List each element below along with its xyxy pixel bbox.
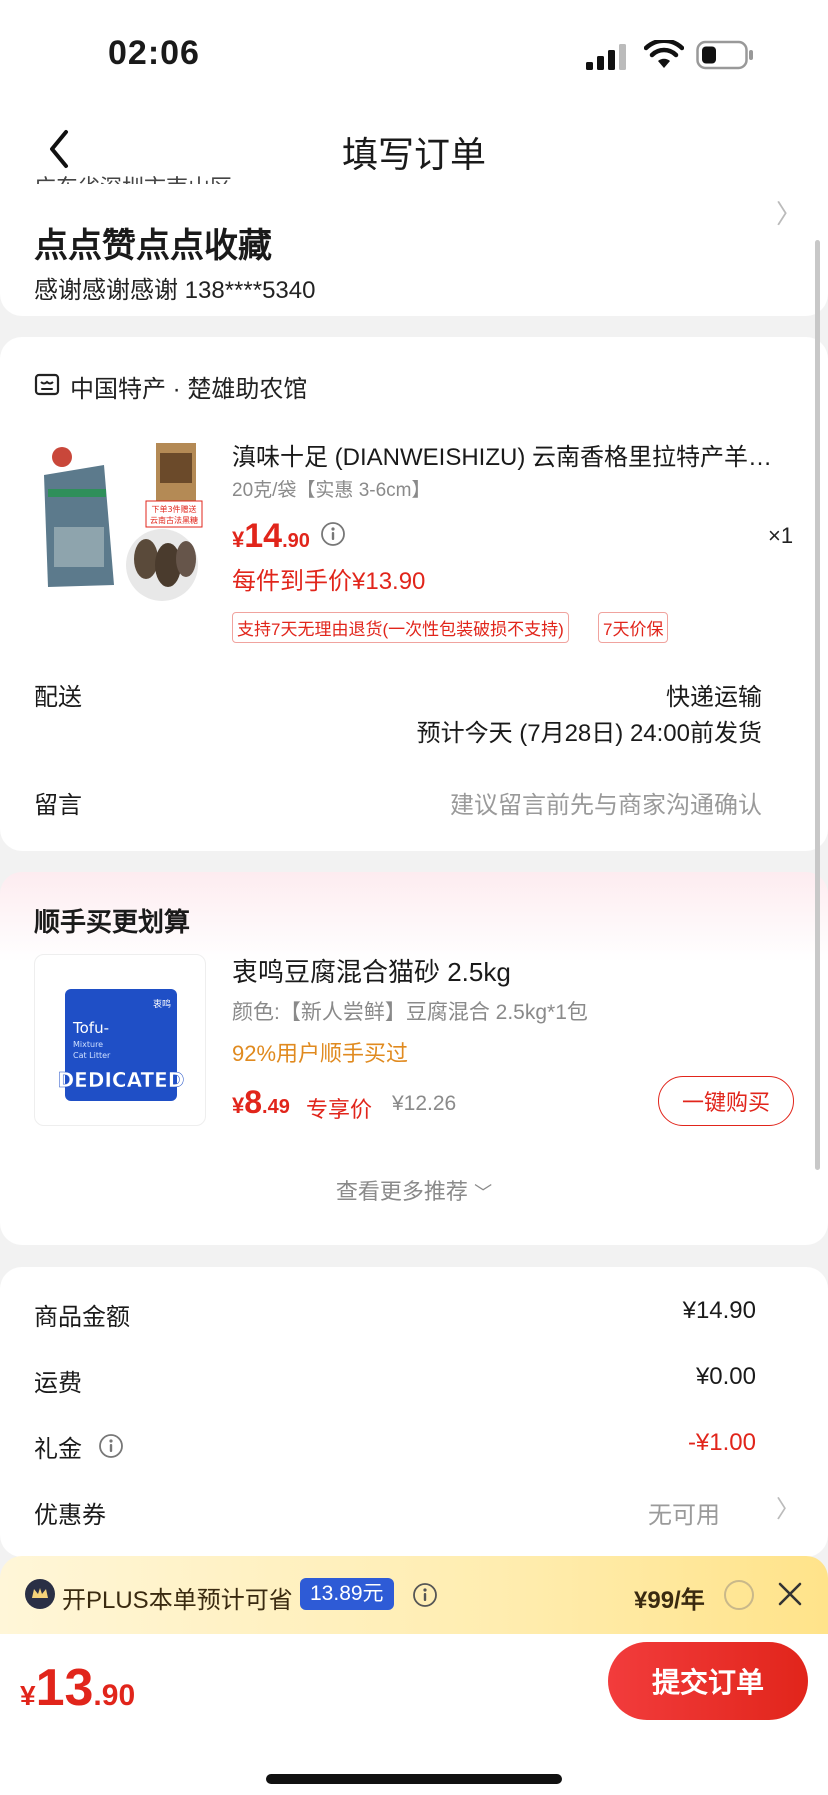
recipient-name: 点点赞点点收藏 [34,227,272,265]
shipping-eta: 预计今天 (7月28日) 24:00前发货 [416,720,762,747]
svg-text:云南古法黑糖: 云南古法黑糖 [150,515,198,525]
info-icon[interactable] [98,1433,124,1459]
message-label: 留言 [34,792,82,819]
more-recommend-label: 查看更多推荐 [335,1179,468,1204]
total-decimal: .90 [93,1679,136,1712]
plus-price: ¥99/年 [634,1587,705,1614]
cellular-signal-icon [586,44,626,70]
battery-icon [696,40,753,70]
price-protect-tag: 7天价保 [598,612,669,643]
submit-order-button[interactable]: 提交订单 [608,1642,808,1720]
image-sub-text-3: Cat Litter [73,1051,111,1060]
summary-value-cash-gift: -¥1.00 [687,1429,756,1456]
shipping-method[interactable]: 快递运输 [500,677,762,712]
bottom-bar: ¥13.90 提交订单 [0,1634,828,1795]
price-currency: ¥ [232,527,245,552]
price-integer: 8 [244,1084,263,1120]
recommend-product-name[interactable]: 衷鸣豆腐混合猫砂 2.5kg [232,952,511,989]
plus-crown-icon [25,1579,55,1609]
plus-select-radio[interactable] [724,1580,754,1610]
address-detail: 广东省深圳市南山区 [34,170,274,184]
return-policy-tag: 支持7天无理由退货(一次性包装破损不支持) [232,612,569,643]
shipping-label: 配送 [34,684,82,711]
chevron-down-icon: ﹀ [474,1183,493,1203]
recommend-buyers-rate: 92%用户顺手买过 [232,1041,409,1066]
svg-text:下单3件赠送: 下单3件赠送 [151,504,196,514]
recommend-product-spec[interactable]: 颜色:【新人尝鲜】豆腐混合 2.5kg*1包 [232,996,588,1026]
scrollbar[interactable] [815,240,820,1170]
plus-saving-badge: 13.89元 [300,1578,394,1610]
plus-saving-text: 开PLUS本单预计可省 [62,1587,293,1614]
recipient-contact: 感谢感谢感谢 138****5340 [34,277,316,304]
summary-value-coupon[interactable]: 无可用 [540,1495,720,1530]
image-brand-text: 衷鸣 [153,998,171,1010]
price-decimal: .90 [282,530,310,552]
product-quantity: ×1 [768,523,794,548]
product-image[interactable]: 下单3件赠送 云南古法黑糖 [34,435,204,605]
product-title[interactable]: 滇味十足 (DIANWEISHIZU) 云南香格里拉特产羊肚菌 [232,437,782,472]
price-decimal: .49 [262,1096,290,1118]
image-sub-text: Tofu- [72,1019,109,1037]
price-summary-card: 商品金额 ¥14.90 运费 ¥0.00 礼金 -¥1.00 优惠券 无可用 〉 [0,1267,828,1557]
summary-value-freight: ¥0.00 [695,1363,756,1390]
wifi-icon [644,40,684,68]
recommend-product-image[interactable]: 衷鸣 Tofu- Mixture Cat Litter DEDICATED [34,954,206,1126]
summary-value-goods: ¥14.90 [682,1297,756,1324]
more-recommend-link[interactable]: 查看更多推荐 ﹀ [0,1174,828,1206]
summary-label-cash-gift: 礼金 [34,1436,82,1463]
shop-name[interactable]: 中国特产 · 楚雄助农馆 [70,369,307,404]
plus-membership-banner[interactable]: 开PLUS本单预计可省 13.89元 ¥99/年 [0,1556,828,1634]
info-icon[interactable] [320,521,346,547]
chevron-right-icon: 〉 [776,199,803,229]
price-currency: ¥ [232,1093,245,1118]
product-spec[interactable]: 20克/袋【实惠 3-6cm】 [232,475,430,502]
image-main-text: DEDICATED [58,1068,185,1092]
summary-label-coupon[interactable]: 优惠券 [34,1495,106,1530]
product-price: ¥14.90 [232,517,310,556]
close-icon[interactable] [776,1580,804,1608]
status-bar: 02:06 [0,0,828,110]
total-currency: ¥ [20,1680,36,1711]
recommend-card: 顺手买更划算 衷鸣 Tofu- Mixture Cat Litter DEDIC… [0,872,828,1245]
home-indicator[interactable] [266,1774,562,1784]
message-input[interactable]: 建议留言前先与商家沟通确认 [360,785,762,820]
one-click-buy-button[interactable]: 一键购买 [658,1076,794,1126]
image-sub-text-2: Mixture [73,1040,103,1049]
recommend-title: 顺手买更划算 [34,907,191,937]
total-integer: 13 [35,1659,94,1717]
address-card[interactable]: 广东省深圳市南山区 点点赞点点收藏 感谢感谢感谢 138****5340 〉 [0,170,828,316]
info-icon[interactable] [412,1582,438,1608]
store-icon [34,373,60,396]
summary-label-goods: 商品金额 [34,1304,130,1331]
shop-card: 中国特产 · 楚雄助农馆 下单3件赠送 云南古法黑糖 滇味十足 (DIANWEI… [0,337,828,851]
chevron-right-icon[interactable]: 〉 [776,1489,800,1524]
status-time: 02:06 [108,34,200,72]
unit-price: 每件到手价¥13.90 [232,568,426,595]
total-price: ¥13.90 [20,1658,135,1718]
original-price: ¥12.26 [392,1092,457,1115]
summary-label-freight: 运费 [34,1370,82,1397]
recommend-price: ¥8.49 [232,1084,290,1121]
exclusive-price-label: 专享价 [306,1097,373,1122]
price-integer: 14 [244,517,283,555]
